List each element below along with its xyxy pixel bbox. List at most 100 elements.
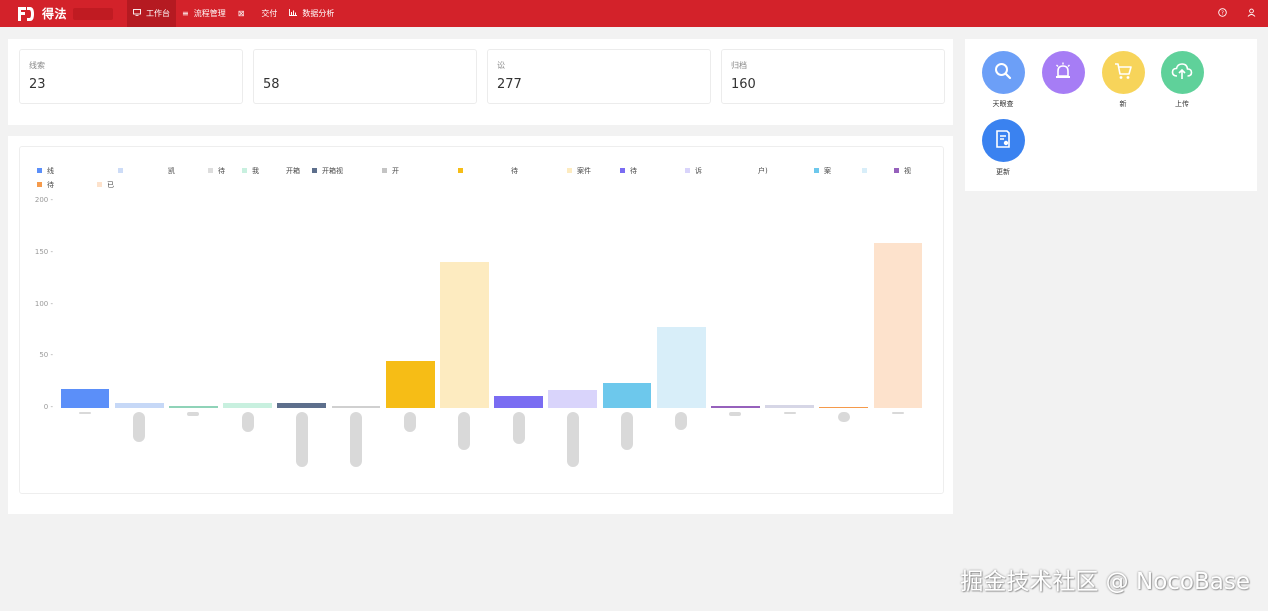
- help-icon[interactable]: ?: [1218, 7, 1227, 20]
- x-tick-label-redacted: [79, 412, 92, 414]
- bar[interactable]: [765, 404, 814, 408]
- nav-item-analytics[interactable]: 数据分析: [283, 0, 340, 27]
- bar[interactable]: [602, 383, 652, 408]
- legend-swatch[interactable]: [620, 168, 625, 173]
- main-nav: 工作台 ≡ 流程管理 ⊠ 交付 数据分析: [127, 0, 340, 27]
- legend-swatch[interactable]: [158, 168, 163, 173]
- grid-icon: ⊠: [237, 9, 245, 18]
- bar[interactable]: [548, 390, 598, 408]
- y-tick-label: 50 -: [39, 351, 53, 360]
- legend-swatch[interactable]: [458, 168, 463, 173]
- x-tick-label-redacted: [241, 412, 254, 432]
- bar[interactable]: [331, 405, 381, 408]
- bar[interactable]: [385, 361, 435, 408]
- app-title-redacted: [73, 7, 114, 20]
- bar[interactable]: [819, 406, 869, 408]
- legend-swatch[interactable]: [37, 182, 42, 187]
- logo-icon[interactable]: [16, 5, 36, 23]
- legend-label[interactable]: 待: [511, 166, 518, 176]
- shortcut-label: 新: [1119, 100, 1127, 108]
- legend-swatch[interactable]: [382, 168, 387, 173]
- user-icon[interactable]: [1247, 8, 1256, 20]
- x-tick-label-redacted: [512, 412, 525, 444]
- x-tick-label-redacted: [187, 412, 200, 416]
- legend-swatch[interactable]: [208, 168, 213, 173]
- legend-swatch[interactable]: [242, 168, 247, 173]
- legend-swatch[interactable]: [97, 182, 102, 187]
- bar[interactable]: [494, 395, 543, 408]
- stat-archived[interactable]: 归档 160: [721, 49, 945, 104]
- shortcut-upload[interactable]: 上传: [1152, 51, 1212, 109]
- shortcut-circle: [1041, 51, 1085, 94]
- legend-label[interactable]: 凯: [168, 166, 175, 176]
- bar[interactable]: [440, 262, 489, 408]
- stat-value: 23: [29, 77, 46, 92]
- legend-swatch[interactable]: [894, 168, 899, 173]
- legend-label[interactable]: 待: [47, 180, 54, 190]
- list-icon: ≡: [182, 9, 189, 18]
- legend-swatch[interactable]: [685, 168, 690, 173]
- legend-swatch[interactable]: [276, 168, 281, 173]
- nav-item-label: 工作台: [146, 9, 171, 18]
- legend-label[interactable]: 我: [252, 166, 259, 176]
- x-tick-label-redacted: [566, 412, 579, 467]
- x-tick-label-redacted: [783, 412, 796, 414]
- shortcut-tianyancha[interactable]: 天眼查: [973, 51, 1033, 109]
- nav-item-process[interactable]: ≡ 流程管理: [176, 0, 232, 27]
- legend-swatch[interactable]: [748, 168, 753, 173]
- legend-swatch[interactable]: [118, 168, 123, 173]
- x-tick-label-redacted: [837, 412, 850, 422]
- stat-value: 58: [263, 77, 280, 92]
- nav-item-grid[interactable]: ⊠: [232, 0, 256, 27]
- legend-swatch[interactable]: [567, 168, 572, 173]
- nav-item-workbench[interactable]: 工作台: [127, 0, 177, 27]
- legend-label[interactable]: 线: [47, 166, 54, 176]
- legend-label[interactable]: 案件: [577, 166, 591, 176]
- legend-swatch[interactable]: [37, 168, 42, 173]
- legend-label[interactable]: 已: [107, 180, 114, 190]
- shortcut-circle: [981, 119, 1025, 162]
- bar[interactable]: [60, 389, 110, 408]
- legend-swatch[interactable]: [862, 168, 867, 173]
- legend-label[interactable]: 案: [824, 166, 831, 176]
- legend-swatch[interactable]: [312, 168, 317, 173]
- legend-label[interactable]: 视: [904, 166, 911, 176]
- bar[interactable]: [223, 402, 273, 408]
- cart-icon: [1113, 61, 1133, 85]
- x-tick-label-redacted: [404, 412, 417, 432]
- top-right-tools: ?: [1218, 0, 1256, 27]
- legend-swatch[interactable]: [501, 168, 506, 173]
- bar[interactable]: [873, 243, 923, 408]
- watermark-text: 掘金技术社区 @ NocoBase: [960, 569, 1250, 595]
- stat-second[interactable]: 58: [253, 49, 477, 104]
- bar[interactable]: [114, 402, 164, 408]
- legend-label[interactable]: 诉: [695, 166, 702, 176]
- bar[interactable]: [656, 327, 706, 408]
- search-icon: [993, 61, 1013, 85]
- shortcut-update[interactable]: 更新: [973, 119, 1033, 177]
- bar[interactable]: [710, 405, 760, 408]
- shortcut-alert[interactable]: [1033, 51, 1093, 99]
- legend-swatch[interactable]: [814, 168, 819, 173]
- bar[interactable]: [277, 402, 327, 408]
- legend-label[interactable]: 开: [392, 166, 399, 176]
- legend-label[interactable]: 开箱视: [322, 166, 343, 176]
- shortcut-label: 更新: [996, 168, 1010, 176]
- shortcut-cart[interactable]: 新: [1093, 51, 1153, 109]
- legend-label[interactable]: 待: [630, 166, 637, 176]
- stat-clues[interactable]: 线索 23: [19, 49, 243, 104]
- bar-chart: 线凯待我开箱开箱视开待案件待诉户)案视我待已 200 -150 -100 -50…: [19, 146, 944, 494]
- y-tick-label: 100 -: [34, 299, 53, 308]
- legend-label[interactable]: 户): [758, 166, 768, 176]
- x-tick-label-redacted: [891, 412, 904, 414]
- legend-label[interactable]: 开箱: [286, 166, 300, 176]
- nav-item-delivery[interactable]: 交付: [255, 0, 283, 27]
- bar[interactable]: [169, 405, 218, 408]
- stat-label: 讼: [497, 61, 505, 70]
- shortcut-circle: [1160, 51, 1204, 94]
- top-nav-bar: 得法 工作台 ≡ 流程管理 ⊠ 交付 数据分析 ?: [0, 0, 1268, 27]
- stat-litigation[interactable]: 讼 277: [487, 49, 711, 104]
- legend-label[interactable]: 待: [218, 166, 225, 176]
- shortcut-label: 天眼查: [992, 100, 1014, 108]
- stat-value: 277: [497, 77, 522, 92]
